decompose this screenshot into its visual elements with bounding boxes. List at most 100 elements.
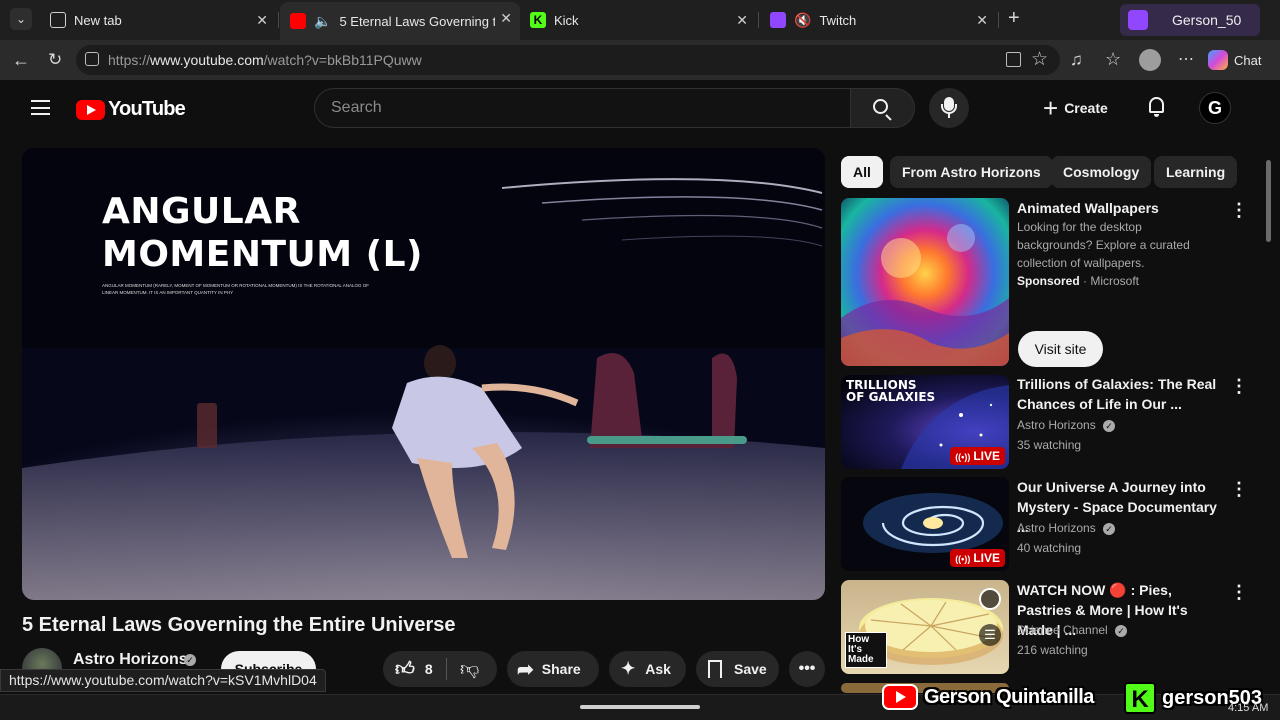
voice-search-button[interactable]	[929, 88, 969, 128]
visit-site-button[interactable]: Visit site	[1018, 331, 1103, 367]
close-tab-icon[interactable]: ✕	[256, 12, 268, 29]
recommendation-meta: 35 watching	[1017, 438, 1082, 452]
recommendation-thumbnail[interactable]: How It's Made ☰	[841, 580, 1009, 674]
overlay-title: ANGULAR MOMENTUM (L)	[102, 190, 423, 276]
plus-icon: +	[1043, 93, 1059, 123]
new-tab-plus-icon[interactable]: +	[1008, 8, 1020, 28]
video-player[interactable]: ANGULAR MOMENTUM (L) ANGULAR MOMENTUM (R…	[22, 148, 825, 600]
chip-from-astro-horizons[interactable]: From Astro Horizons	[890, 156, 1053, 188]
ad-artwork	[841, 224, 1009, 366]
more-horizontal-icon: •••	[798, 660, 816, 677]
close-tab-icon[interactable]: ✕	[736, 12, 748, 29]
back-arrow-icon[interactable]: ←	[12, 51, 30, 69]
recommendation-title[interactable]: Trillions of Galaxies: The Real Chances …	[1017, 374, 1227, 414]
add-to-queue-icon[interactable]: ☰	[979, 624, 1001, 646]
live-badge-label: LIVE	[973, 551, 1000, 565]
tab-kick[interactable]: K Kick ✕	[520, 4, 756, 36]
overlay-caption: ANGULAR MOMENTUM (RARELY, MOMENT OF MOME…	[102, 283, 370, 295]
save-button[interactable]: Save	[696, 651, 779, 687]
ad-advertiser: Microsoft	[1090, 274, 1140, 288]
favorites-icon[interactable]: ☆	[1105, 50, 1121, 68]
save-label: Save	[734, 661, 767, 677]
video-title: 5 Eternal Laws Governing the Entire Univ…	[22, 614, 456, 636]
url-domain: www.youtube.com	[150, 52, 264, 68]
reload-icon[interactable]: ↻	[48, 51, 62, 68]
hamburger-menu-icon[interactable]	[31, 100, 50, 115]
create-button[interactable]: + Create	[1031, 88, 1123, 128]
more-actions-button[interactable]: •••	[789, 651, 825, 687]
thumb-overlay-text: TRILLIONS OF GALAXIES	[846, 378, 936, 404]
ad-description: Looking for the desktop backgrounds? Exp…	[1017, 220, 1190, 270]
more-menu-icon[interactable]: ⋯	[1178, 52, 1194, 68]
tab-youtube-video[interactable]: 🔈 5 Eternal Laws Governing the ✕	[280, 2, 520, 40]
recommendation-more-options-icon[interactable]: ⋮	[1230, 376, 1248, 397]
verified-check-icon: ✓	[1115, 625, 1128, 637]
profile-button[interactable]: Gerson_50	[1120, 4, 1260, 36]
app-available-icon[interactable]	[1006, 52, 1021, 67]
taskbar-handle[interactable]	[580, 705, 700, 709]
tab-separator	[278, 12, 279, 28]
recommendation-channel: Science Channel ✓	[1017, 621, 1128, 639]
how-its-made-logo: How It's Made	[845, 632, 887, 668]
dislike-button[interactable]: 👎︎	[447, 651, 497, 687]
muted-speaker-icon[interactable]: 🔇	[794, 12, 811, 29]
ask-button[interactable]: ✦ Ask	[609, 651, 686, 687]
system-clock[interactable]: 4:15 AM	[1228, 702, 1268, 714]
url-prefix: https://	[108, 52, 151, 68]
user-avatar[interactable]: G	[1199, 92, 1231, 124]
twitch-favicon-icon	[770, 12, 786, 28]
chip-all[interactable]: All	[841, 156, 883, 188]
verified-check-icon: ✓	[1103, 420, 1116, 432]
recommendation-thumbnail[interactable]: ((•)) LIVE	[841, 477, 1009, 571]
live-radio-icon: ((•))	[955, 554, 971, 564]
share-label: Share	[541, 661, 581, 677]
address-bar[interactable]: https://www.youtube.com/watch?v=bkBb11PQ…	[76, 45, 1060, 75]
close-tab-icon[interactable]: ✕	[976, 12, 988, 29]
thumbs-down-icon: 👎︎	[460, 659, 480, 680]
live-badge: ((•)) LIVE	[950, 549, 1005, 567]
chip-learning[interactable]: Learning	[1154, 156, 1238, 188]
sponsored-label: Sponsored	[1017, 274, 1080, 288]
link-status-url: https://www.youtube.com/watch?v=kSV1Mvhl…	[0, 669, 326, 692]
tab-new-tab[interactable]: New tab ✕	[40, 4, 276, 36]
youtube-play-icon	[76, 99, 105, 120]
search-icon	[873, 99, 888, 114]
account-avatar-icon[interactable]	[1139, 49, 1161, 71]
youtube-logo[interactable]: YouTube	[76, 98, 186, 121]
speaker-icon[interactable]: 🔈	[314, 13, 331, 30]
live-badge: ((•)) LIVE	[950, 447, 1005, 465]
recommendation-thumbnail[interactable]: TRILLIONS OF GALAXIES ((•)) LIVE	[841, 375, 1009, 469]
kick-favicon-icon: K	[530, 12, 546, 28]
live-badge-label: LIVE	[973, 449, 1000, 463]
watch-later-clock-icon[interactable]	[979, 588, 1001, 610]
chip-cosmology[interactable]: Cosmology	[1051, 156, 1152, 188]
search-button[interactable]	[851, 88, 915, 128]
ask-label: Ask	[645, 661, 671, 677]
copilot-chat-button[interactable]: Chat	[1208, 48, 1261, 72]
favorite-star-icon[interactable]: ☆	[1031, 48, 1048, 71]
share-arrow-icon: ➦	[517, 658, 534, 681]
youtube-logo-text: YouTube	[108, 98, 186, 120]
tab-label: Kick	[554, 12, 579, 28]
tab-label: Twitch	[819, 12, 857, 28]
page-scrollbar[interactable]	[1266, 160, 1271, 242]
ad-title[interactable]: Animated Wallpapers	[1017, 198, 1227, 218]
like-count: 8	[424, 661, 433, 677]
notifications-bell-icon[interactable]	[1147, 97, 1166, 117]
ad-more-options-icon[interactable]: ⋮	[1230, 200, 1248, 221]
copilot-icon	[1208, 50, 1228, 70]
search-input[interactable]: Search	[314, 88, 851, 128]
share-button[interactable]: ➦ Share	[507, 651, 599, 687]
recommendation-more-options-icon[interactable]: ⋮	[1230, 479, 1248, 500]
like-button[interactable]: 👍︎ 8	[383, 651, 445, 687]
tab-separator	[998, 12, 999, 28]
sparkle-icon: ✦	[621, 659, 636, 678]
ad-thumbnail[interactable]	[841, 198, 1009, 366]
recommendation-more-options-icon[interactable]: ⋮	[1230, 582, 1248, 603]
channel-name[interactable]: Astro Horizons	[73, 651, 188, 669]
media-control-icon[interactable]: ♫	[1070, 51, 1083, 68]
tab-twitch[interactable]: 🔇 Twitch ✕	[760, 4, 996, 36]
tab-list-chevron-icon[interactable]: ⌄	[10, 8, 32, 30]
site-info-icon[interactable]	[85, 52, 99, 66]
close-tab-icon[interactable]: ✕	[500, 10, 512, 27]
